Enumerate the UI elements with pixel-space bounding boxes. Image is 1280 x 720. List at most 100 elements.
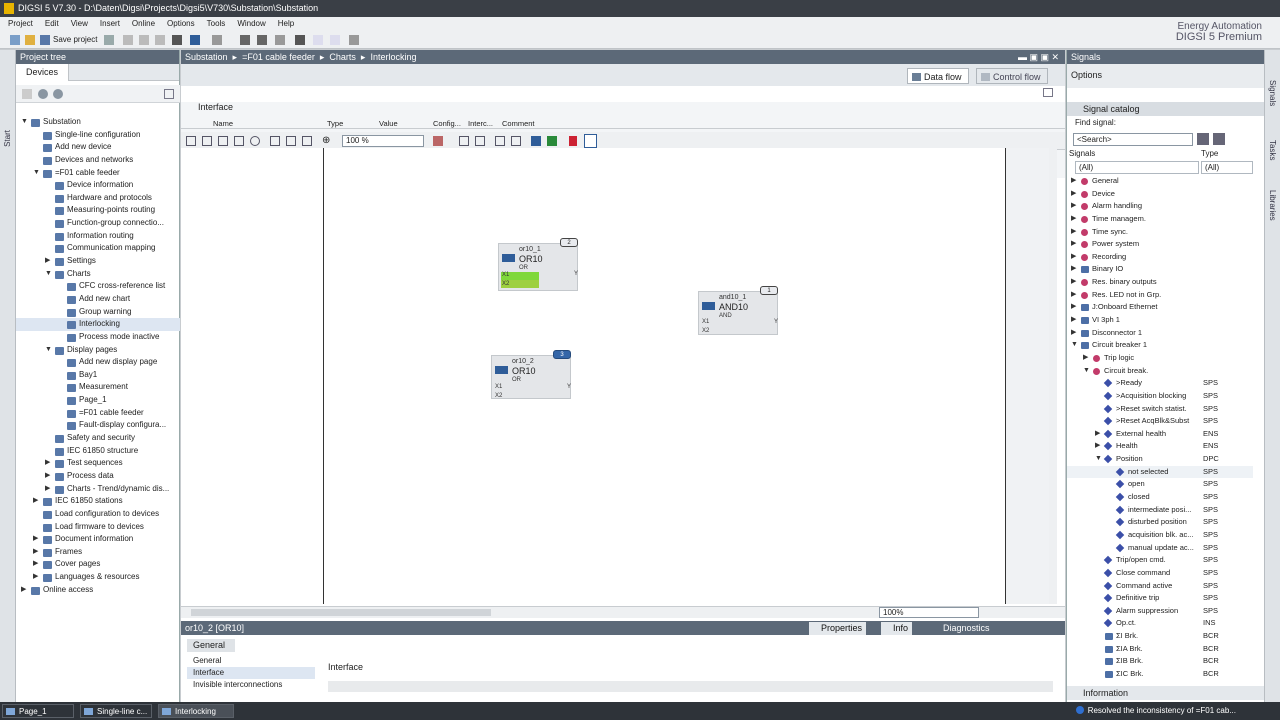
tree-item[interactable]: Devices and networks	[16, 154, 180, 167]
expanded-arrow-icon[interactable]: ▼	[1071, 339, 1078, 352]
collapsed-arrow-icon[interactable]: ▶	[1071, 175, 1076, 188]
expanded-arrow-icon[interactable]: ▼	[1095, 453, 1102, 466]
tool-icon-3[interactable]	[218, 136, 228, 146]
tree-item[interactable]: ▶ Frames	[16, 546, 180, 559]
signal-item[interactable]: ▶ Alarm handling	[1067, 200, 1253, 213]
signal-item[interactable]: Trip/open cmd. SPS	[1067, 554, 1253, 567]
signal-item[interactable]: >Reset switch statist. SPS	[1067, 403, 1253, 416]
expanded-arrow-icon[interactable]: ▼	[45, 268, 53, 281]
pen-icon[interactable]	[531, 136, 541, 146]
breadcrumb-substation[interactable]: Substation	[185, 52, 228, 62]
menu-window[interactable]: Window	[229, 17, 269, 31]
start-side-tab[interactable]: Start	[3, 130, 12, 147]
signal-item[interactable]: Definitive trip SPS	[1067, 592, 1253, 605]
tree-item[interactable]: Communication mapping	[16, 242, 180, 255]
tree-item[interactable]: ▶ Document information	[16, 533, 180, 546]
breadcrumb-cable-feeder[interactable]: =F01 cable feeder	[242, 52, 315, 62]
connect-icon[interactable]	[349, 35, 359, 45]
nav-invisible-interconnections[interactable]: Invisible interconnections	[187, 679, 315, 691]
menu-project[interactable]: Project	[0, 17, 37, 31]
menu-online[interactable]: Online	[124, 17, 159, 31]
vertical-scrollbar[interactable]	[1049, 148, 1057, 604]
tree-item[interactable]: =F01 cable feeder	[16, 407, 180, 420]
signal-search-input[interactable]: <Search>	[1073, 133, 1193, 146]
pin-x1[interactable]: X1	[502, 272, 509, 278]
tree-item[interactable]: Interlocking	[16, 318, 180, 331]
paste-icon[interactable]	[155, 35, 165, 45]
upload-icon[interactable]	[240, 35, 250, 45]
tree-item[interactable]: Measurement	[16, 381, 180, 394]
col-type[interactable]: Type	[327, 119, 343, 128]
stop-icon[interactable]	[295, 35, 305, 45]
signal-item[interactable]: not selected SPS	[1067, 465, 1253, 479]
signal-item[interactable]: ▶ Disconnector 1	[1067, 327, 1253, 340]
collapsed-arrow-icon[interactable]: ▶	[1071, 289, 1076, 302]
pin-y[interactable]: Y	[774, 319, 778, 325]
menu-edit[interactable]: Edit	[37, 17, 63, 31]
signal-item[interactable]: ▶ Trip logic	[1067, 352, 1253, 365]
tree-item[interactable]: Add new device	[16, 141, 180, 154]
devices-tab[interactable]: Devices	[16, 64, 70, 81]
signal-item[interactable]: disturbed position SPS	[1067, 516, 1253, 529]
delete-icon[interactable]	[172, 35, 182, 45]
signal-item[interactable]: ▶ Health ENS	[1067, 440, 1253, 453]
tool-icon-7[interactable]	[286, 136, 296, 146]
tool-icon-10[interactable]	[459, 136, 469, 146]
tool-icon-6[interactable]	[270, 136, 280, 146]
collapsed-arrow-icon[interactable]: ▶	[1071, 314, 1076, 327]
new-project-icon[interactable]	[10, 35, 20, 45]
pin-x2[interactable]: X2	[702, 328, 709, 334]
pin-y[interactable]: Y	[567, 384, 571, 390]
information-header[interactable]: Information	[1067, 686, 1265, 700]
tool-icon-13[interactable]	[511, 136, 521, 146]
libraries-side-tab[interactable]: Libraries	[1268, 190, 1277, 221]
collapsed-arrow-icon[interactable]: ▶	[33, 558, 41, 571]
collapsed-arrow-icon[interactable]: ▶	[1071, 238, 1076, 251]
block-and10-1[interactable]: 1 and10_1 AND10 AND X1 X2 Y	[698, 286, 778, 335]
signal-item[interactable]: acquisition blk. ac... SPS	[1067, 529, 1253, 542]
compile-icon[interactable]	[275, 35, 285, 45]
tool-icon-12[interactable]	[495, 136, 505, 146]
tab-control-flow[interactable]: Control flow	[976, 68, 1048, 84]
menu-insert[interactable]: Insert	[92, 17, 124, 31]
collapsed-arrow-icon[interactable]: ▶	[21, 584, 29, 597]
search-icon[interactable]	[1197, 133, 1209, 145]
tree-item[interactable]: Hardware and protocols	[16, 192, 180, 205]
collapsed-arrow-icon[interactable]: ▶	[33, 495, 41, 508]
breadcrumb-charts[interactable]: Charts	[329, 52, 356, 62]
signal-item[interactable]: ▼ Circuit break.	[1067, 365, 1253, 378]
forward-icon[interactable]	[53, 89, 63, 99]
zoom-select[interactable]: 100 %	[342, 135, 424, 147]
tree-item[interactable]: Page_1	[16, 394, 180, 407]
tree-item[interactable]: ▼ Display pages	[16, 344, 180, 357]
tree-item[interactable]: ▶ Charts - Trend/dynamic dis...	[16, 483, 180, 496]
signal-item[interactable]: intermediate posi... SPS	[1067, 504, 1253, 517]
tree-item[interactable]: Load configuration to devices	[16, 508, 180, 521]
tree-item[interactable]: ▶ IEC 61850 stations	[16, 495, 180, 508]
signal-item[interactable]: ▶ External health ENS	[1067, 428, 1253, 441]
collapsed-arrow-icon[interactable]: ▶	[1095, 440, 1100, 453]
tool-icon-8[interactable]	[302, 136, 312, 146]
tree-item[interactable]: ▼ Substation	[16, 116, 180, 129]
collapsed-arrow-icon[interactable]: ▶	[1071, 213, 1076, 226]
tool-icon-11[interactable]	[475, 136, 485, 146]
collapsed-arrow-icon[interactable]: ▶	[1083, 352, 1088, 365]
chart-canvas[interactable]: 2 or10_1 OR10 OR X1 X2 Y 1 and10_1 AND10…	[181, 148, 1057, 604]
collapsed-arrow-icon[interactable]: ▶	[1071, 263, 1076, 276]
signal-item[interactable]: ▶ VI 3ph 1	[1067, 314, 1253, 327]
tree-sync-icon[interactable]	[22, 89, 32, 99]
undo-icon[interactable]	[190, 35, 200, 45]
tab-properties[interactable]: Properties	[809, 622, 867, 635]
tree-item[interactable]: Fault-display configura...	[16, 419, 180, 432]
tool-icon-17[interactable]	[584, 134, 597, 148]
menu-options[interactable]: Options	[159, 17, 199, 31]
signal-item[interactable]: >Reset AcqBlk&Subst SPS	[1067, 415, 1253, 428]
signal-item[interactable]: open SPS	[1067, 478, 1253, 491]
signal-item[interactable]: ▶ J:Onboard Ethernet	[1067, 301, 1253, 314]
pin-x1[interactable]: X1	[702, 319, 709, 325]
pin-x1[interactable]: X1	[495, 384, 502, 390]
signal-item[interactable]: Op.ct. INS	[1067, 617, 1253, 630]
signal-filter-select[interactable]: (All)	[1075, 161, 1199, 174]
tree-item[interactable]: ▼ =F01 cable feeder	[16, 167, 180, 180]
print-icon[interactable]	[104, 35, 114, 45]
